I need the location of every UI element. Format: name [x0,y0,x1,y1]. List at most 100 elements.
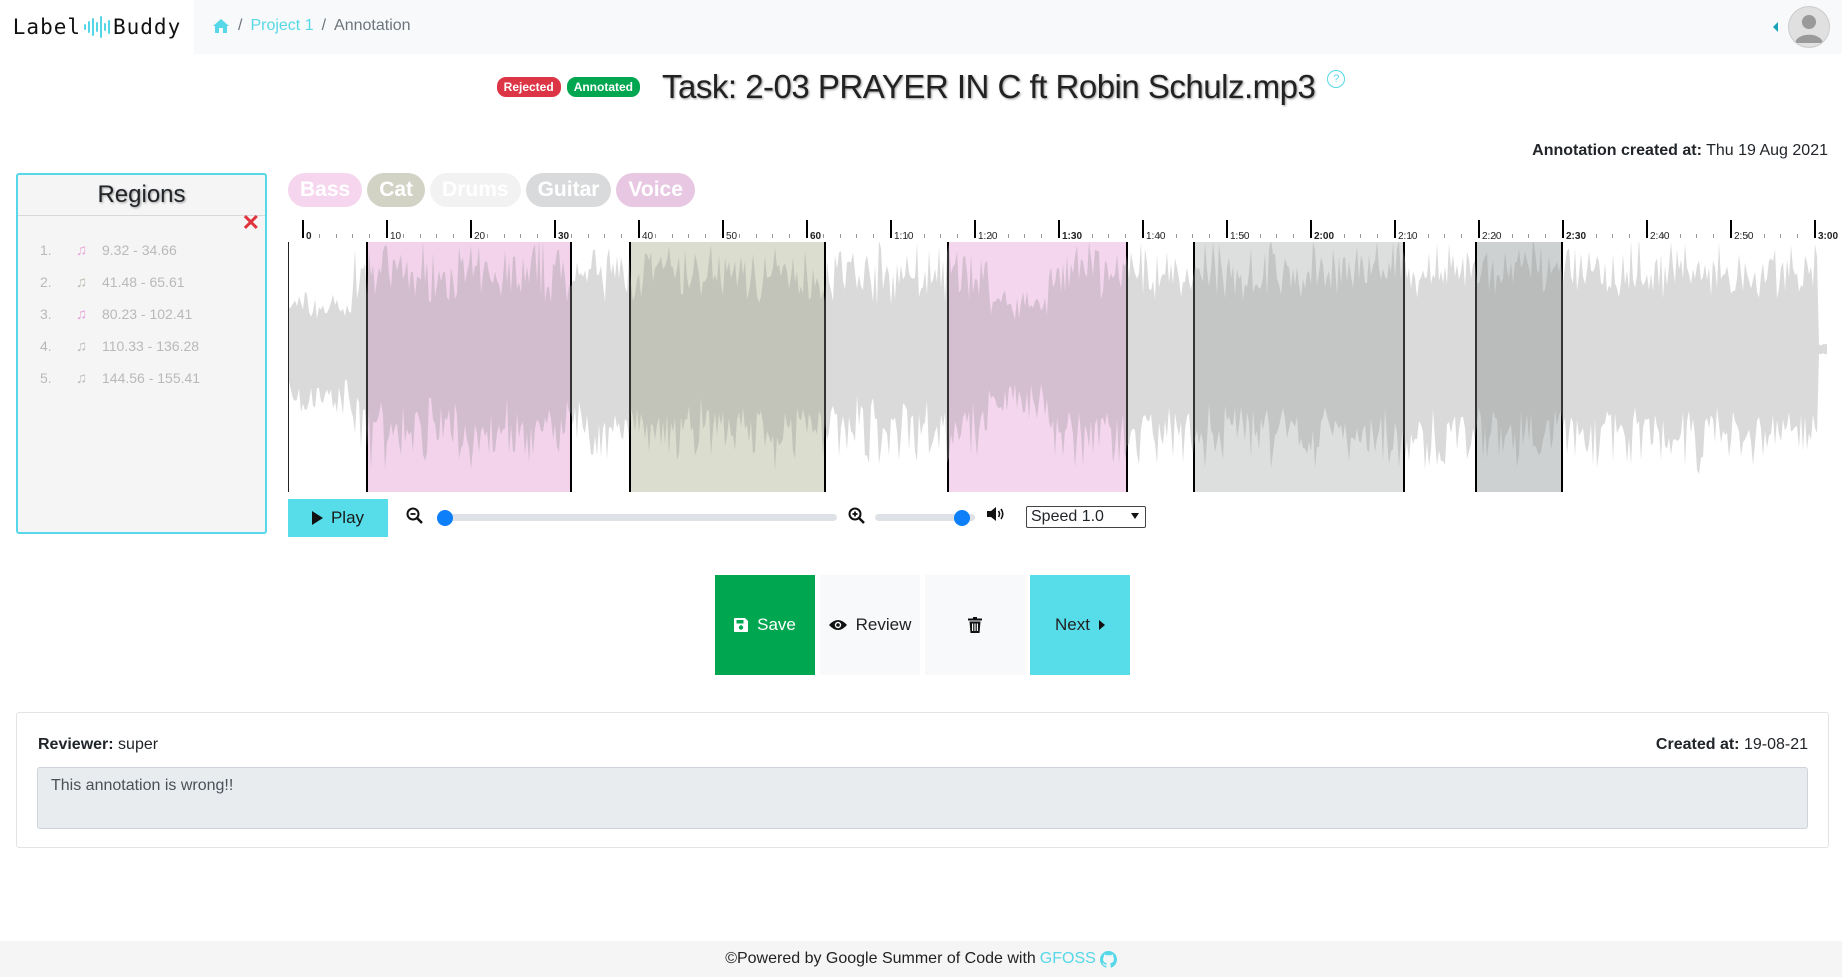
timeline-tick [1310,220,1312,238]
label-chip-bass[interactable]: Bass [288,173,363,207]
timeline-tick [1175,234,1177,238]
timeline-label: 2:20 [1482,231,1502,242]
timeline-tick [1595,234,1597,238]
timeline-tick [890,220,892,238]
timeline-tick [1108,234,1110,238]
timeline-tick [1444,234,1446,238]
avatar[interactable] [1788,6,1830,48]
timeline-label: 2:40 [1650,231,1670,242]
review-created-at: Created at: 19-08-21 [1656,736,1808,754]
save-label: Save [757,615,796,634]
reviewer-value: super [118,736,159,753]
timeline-tick [318,234,320,238]
home-icon[interactable] [212,18,230,34]
footer-gfoss-link[interactable]: GFOSS [1040,950,1096,968]
region-range: 41.48 - 65.61 [102,274,185,290]
waveform-editor[interactable]: 0 10 20 30 40 50 60 1:10 1:20 1:30 1:40 1:50 2:00 2:1… [288,218,1838,492]
close-icon[interactable]: ✕ [242,212,260,234]
label-chip-voice[interactable]: Voice [616,173,695,207]
zoom-out-icon[interactable] [406,507,423,524]
label-chips: Bass Cat Drums Guitar Voice [288,173,695,207]
brand-text-right: Buddy [113,15,182,39]
created-at-value: Thu 19 Aug 2021 [1706,142,1828,159]
user-menu[interactable] [1773,6,1830,48]
review-comment-field[interactable]: This annotation is wrong!! [37,767,1808,829]
zoom-slider[interactable] [437,514,837,521]
timeline-label: 30 [558,231,570,242]
help-icon[interactable]: ? [1327,70,1346,88]
label-chip-cat[interactable]: Cat [367,173,426,207]
timeline-tick [1562,220,1564,238]
github-icon[interactable] [1099,950,1117,968]
timeline-tick [537,234,539,238]
volume-icon[interactable] [986,506,1006,522]
timeline-tick [1394,220,1396,238]
timeline-tick [806,220,808,238]
review-button[interactable]: Review [820,575,920,675]
region-list: 1. ♫ 9.32 - 34.66 2. ♫ 41.48 - 65.61 3. ♫ 80.2… [18,234,265,394]
timeline-tick [604,234,606,238]
music-note-icon: ♫ [76,273,88,291]
timeline-tick [1545,234,1547,238]
zoom-in-icon[interactable] [848,507,865,524]
play-icon [311,511,323,525]
timeline-label: 1:40 [1146,231,1166,242]
list-item[interactable]: 2. ♫ 41.48 - 65.61 [18,266,265,298]
timeline-tick [386,220,388,238]
timeline-label: 1:50 [1230,231,1250,242]
action-buttons: Save Review Next [715,575,1130,675]
timeline-tick [1629,234,1631,238]
breadcrumb-current: Annotation [334,17,411,34]
timeline-tick [1125,234,1127,238]
timeline-label: 0 [306,231,312,242]
timeline-tick [705,234,707,238]
timeline-tick [436,234,438,238]
list-item[interactable]: 4. ♫ 110.33 - 136.28 [18,330,265,362]
list-item[interactable]: 1. ♫ 9.32 - 34.66 [18,234,265,266]
save-button[interactable]: Save [715,575,815,675]
speed-select-value: Speed 1.0 [1031,508,1104,525]
next-button[interactable]: Next [1030,575,1130,675]
timeline-tick [1427,234,1429,238]
region-range: 80.23 - 102.41 [102,306,193,322]
volume-slider-thumb[interactable] [954,510,970,526]
user-avatar-icon [1795,15,1823,43]
speed-select[interactable]: Speed 1.0 [1026,506,1146,528]
list-item[interactable]: 3. ♫ 80.23 - 102.41 [18,298,265,330]
timeline-label: 20 [474,231,486,242]
timeline-tick [1797,234,1799,238]
region-number: 4. [40,338,52,354]
waveform-canvas[interactable] [288,242,1827,492]
timeline-tick [1058,220,1060,238]
timeline-tick [1713,234,1715,238]
timeline-tick [1091,234,1093,238]
review-created-label: Created at: [1655,736,1740,753]
reviewer-label: Reviewer: [38,736,114,753]
regions-panel: Regions ✕ 1. ♫ 9.32 - 34.66 2. ♫ 41.48 - 65.… [16,173,267,534]
list-item[interactable]: 5. ♫ 144.56 - 155.41 [18,362,265,394]
timeline-tick [1041,234,1043,238]
eye-icon [828,620,847,630]
timeline-tick [856,234,858,238]
brand-logo[interactable]: Label Buddy [0,0,194,54]
waveform-logo-icon [84,16,110,38]
regions-title: Regions [18,175,265,216]
label-chip-drums[interactable]: Drums [430,173,521,207]
timeline-tick [302,220,304,238]
timeline-tick [587,234,589,238]
timeline-tick [638,220,640,238]
timeline-label: 2:30 [1566,231,1587,242]
timeline-tick [722,220,724,238]
play-button[interactable]: Play [288,499,388,537]
breadcrumb-project-link[interactable]: Project 1 [250,17,313,35]
caret-left-icon[interactable] [1773,22,1778,32]
caret-right-icon [1098,620,1105,630]
brand-text-left: Label [12,15,81,39]
zoom-slider-thumb[interactable] [437,510,453,526]
timeline-tick [923,234,925,238]
timeline-tick [957,234,959,238]
timeline-tick [772,234,774,238]
delete-button[interactable] [925,575,1025,675]
music-note-icon: ♫ [76,369,88,387]
label-chip-guitar[interactable]: Guitar [525,173,612,207]
